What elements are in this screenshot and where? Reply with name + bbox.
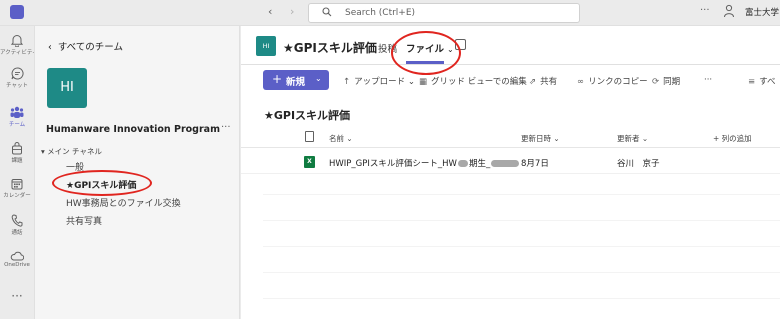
rail-label: 通話 xyxy=(11,230,23,236)
sync-label: 同期 xyxy=(663,77,681,87)
channel-hw-file-exchange[interactable]: HW事務局とのファイル交換 xyxy=(66,196,181,209)
column-modified-by[interactable]: 更新者 ⌄ xyxy=(617,133,648,144)
teams-logo-icon xyxy=(10,5,24,19)
file-name-prefix: HWIP_GPIスキル評価シート_HW xyxy=(329,159,457,169)
link-icon: ∞ xyxy=(577,77,585,87)
chevron-left-icon: ‹ xyxy=(48,42,52,53)
search-placeholder: Search (Ctrl+E) xyxy=(345,8,416,18)
calendar-icon xyxy=(11,179,23,190)
forward-arrow-icon[interactable]: › xyxy=(290,5,294,18)
upload-button[interactable]: ↑ アップロード ⌄ xyxy=(343,75,415,87)
row-divider xyxy=(263,194,780,195)
title-bar: ‹ › Search (Ctrl+E) ··· 富士大学 xyxy=(0,0,780,26)
grid-edit-button[interactable]: ▦ グリッド ビューでの編集 xyxy=(419,75,527,87)
channel-avatar: HI xyxy=(256,36,276,56)
cloud-icon xyxy=(10,251,24,261)
plus-icon: + xyxy=(272,72,283,86)
teams-icon xyxy=(10,106,24,118)
annotation-circle xyxy=(52,170,152,196)
all-teams-link[interactable]: ‹ すべてのチーム xyxy=(48,39,123,53)
toolbar-more-button[interactable]: ··· xyxy=(704,75,712,85)
share-label: 共有 xyxy=(540,77,558,87)
settings-more-button[interactable]: ··· xyxy=(700,5,710,16)
team-name[interactable]: Humanware Innovation Program xyxy=(46,124,220,135)
list-icon: ≡ xyxy=(748,77,756,87)
rail-item-chat[interactable]: チャット xyxy=(0,67,34,89)
excel-file-icon: X xyxy=(304,156,315,168)
grid-icon: ▦ xyxy=(419,77,428,87)
add-column-label: 列の追加 xyxy=(721,134,752,143)
bell-icon xyxy=(11,35,23,47)
section-label: メイン チャネル xyxy=(47,147,102,156)
rail-item-calls[interactable]: 通話 xyxy=(0,214,34,236)
channel-title: ★GPIスキル評価 xyxy=(283,41,377,55)
share-icon: ⇗ xyxy=(529,77,537,87)
sync-icon: ⟳ xyxy=(652,77,660,87)
channel-header: HI ★GPIスキル評価 投稿 ファイル ⌄ xyxy=(241,26,780,75)
column-modified-by-label: 更新者 xyxy=(617,134,640,143)
file-row[interactable]: X HWIP_GPIスキル評価シート_HW 期生_ 8月7日 谷川 京子 xyxy=(241,148,780,174)
channel-section-header[interactable]: ▾ メイン チャネル xyxy=(41,146,102,157)
view-all-label: すべ xyxy=(759,77,776,87)
row-divider xyxy=(263,272,780,273)
chevron-down-icon: ⌄ xyxy=(315,74,322,83)
app-rail: アクティビティ チャット チーム 課題 カレンダー 通話 OneDrive ··… xyxy=(0,26,38,319)
row-divider xyxy=(263,298,780,299)
row-divider xyxy=(263,246,780,247)
org-name[interactable]: 富士大学 xyxy=(745,6,780,18)
rail-item-teams[interactable]: チーム xyxy=(0,106,34,128)
share-button[interactable]: ⇗ 共有 xyxy=(529,75,557,87)
redacted-blur xyxy=(457,160,468,167)
view-all-button[interactable]: ≡ すべ xyxy=(748,75,776,87)
column-name[interactable]: 名前 ⌄ xyxy=(329,133,353,144)
search-box[interactable]: Search (Ctrl+E) xyxy=(308,3,580,23)
rail-label: アクティビティ xyxy=(0,50,38,56)
all-teams-label: すべてのチーム xyxy=(57,42,123,53)
chat-icon xyxy=(11,67,24,80)
rail-label: チーム xyxy=(8,122,26,128)
rail-item-assignments[interactable]: 課題 xyxy=(0,142,34,164)
search-icon xyxy=(322,7,332,17)
new-button[interactable]: + 新規 ⌄ xyxy=(263,70,329,90)
column-modified[interactable]: 更新日時 ⌄ xyxy=(521,133,560,144)
upload-label: アップロード xyxy=(354,77,406,87)
file-modified: 8月7日 xyxy=(521,159,549,169)
list-header: 名前 ⌄ 更新日時 ⌄ 更新者 ⌄ + 列の追加 xyxy=(241,126,780,148)
people-icon[interactable] xyxy=(723,4,735,18)
team-more-button[interactable]: ··· xyxy=(221,122,231,133)
rail-more-button[interactable]: ··· xyxy=(0,289,34,303)
sync-button[interactable]: ⟳ 同期 xyxy=(652,75,680,87)
back-arrow-icon[interactable]: ‹ xyxy=(268,5,272,18)
assignments-icon xyxy=(12,142,22,155)
copy-link-label: リンクのコピー xyxy=(588,77,648,87)
files-toolbar: + 新規 ⌄ ↑ アップロード ⌄ ▦ グリッド ビューでの編集 ⇗ 共有 ∞ リンクの… xyxy=(241,65,780,95)
team-avatar: HI xyxy=(47,68,87,108)
file-type-icon[interactable] xyxy=(305,131,314,142)
phone-icon xyxy=(11,214,23,227)
rail-label: チャット xyxy=(6,83,28,89)
file-name-mid: 期生_ xyxy=(468,159,491,169)
grid-edit-label: グリッド ビューでの編集 xyxy=(431,77,527,87)
rail-item-activity[interactable]: アクティビティ xyxy=(0,34,38,56)
library-title: ★GPIスキル評価 xyxy=(264,109,351,122)
rail-label: OneDrive xyxy=(4,262,30,268)
channel-shared-photos[interactable]: 共有写真 xyxy=(66,214,102,227)
rail-label: 課題 xyxy=(11,158,23,164)
file-modified-by: 谷川 京子 xyxy=(617,159,660,169)
rail-item-calendar[interactable]: カレンダー xyxy=(0,178,34,199)
column-name-label: 名前 xyxy=(329,134,344,143)
row-divider xyxy=(263,220,780,221)
add-column-button[interactable]: + 列の追加 xyxy=(713,133,752,144)
new-label: 新規 xyxy=(286,77,306,88)
file-name[interactable]: HWIP_GPIスキル評価シート_HW 期生_ xyxy=(329,157,520,169)
rail-label: カレンダー xyxy=(3,193,31,199)
copy-link-button[interactable]: ∞ リンクのコピー xyxy=(577,75,648,87)
redacted-blur xyxy=(491,160,520,167)
upload-icon: ↑ xyxy=(343,77,351,87)
main-content: HI ★GPIスキル評価 投稿 ファイル ⌄ + 新規 ⌄ ↑ アップロード ⌄ ▦… xyxy=(241,26,780,319)
column-modified-label: 更新日時 xyxy=(521,134,551,143)
team-panel: ‹ すべてのチーム HI Humanware Innovation Program… xyxy=(34,26,240,319)
rail-item-onedrive[interactable]: OneDrive xyxy=(0,251,34,268)
